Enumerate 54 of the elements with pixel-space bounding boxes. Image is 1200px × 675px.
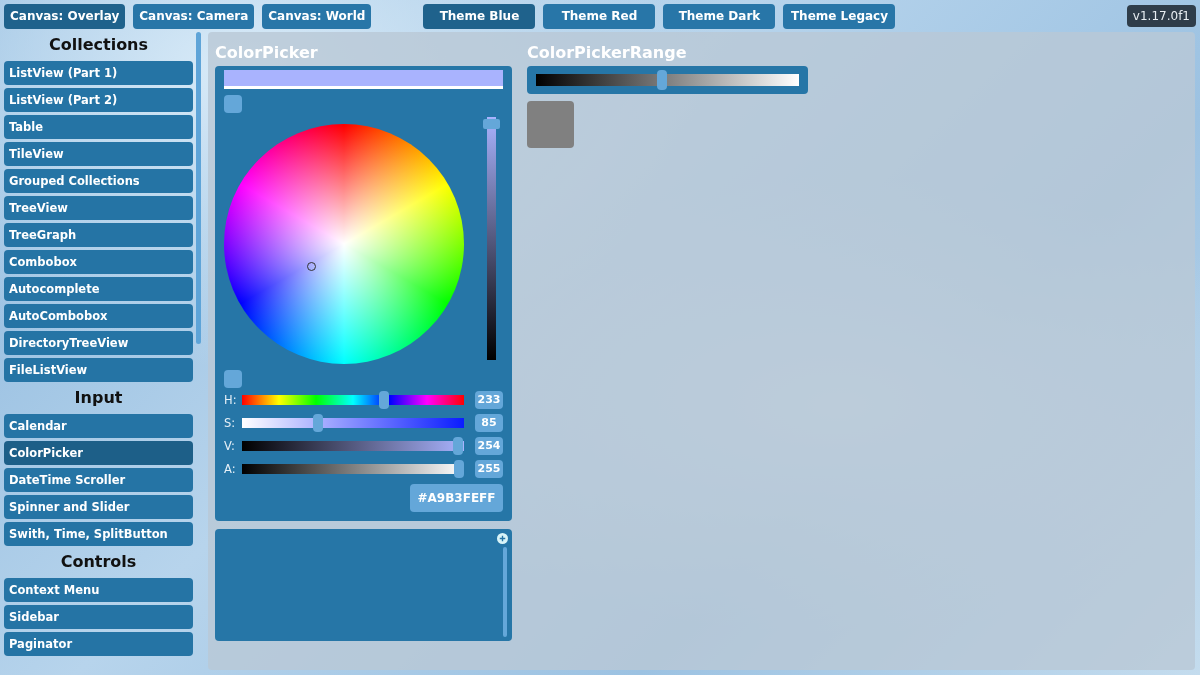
- channel-label: S:: [224, 415, 237, 430]
- channel-label: H:: [224, 392, 238, 407]
- theme-button[interactable]: Theme Dark: [663, 3, 776, 29]
- panel-title: ColorPickerRange: [527, 42, 688, 64]
- sidebar-item[interactable]: ListView (Part 1): [4, 61, 193, 85]
- hex-field[interactable]: #A9B3FEFF: [410, 484, 503, 512]
- sidebar-item[interactable]: ListView (Part 2): [4, 88, 193, 112]
- theme-button[interactable]: Theme Blue: [423, 3, 536, 29]
- sidebar-item[interactable]: AutoCombobox: [4, 304, 193, 328]
- theme-button[interactable]: Theme Red: [543, 3, 656, 29]
- sidebar-item[interactable]: Autocomplete: [4, 277, 193, 301]
- slider-thumb[interactable]: [657, 70, 668, 90]
- toggle-button[interactable]: [224, 95, 242, 113]
- sidebar-item[interactable]: TileView: [4, 142, 193, 166]
- sidebar-item[interactable]: FileListView: [4, 358, 193, 382]
- section-title: Input: [73, 387, 124, 409]
- sidebar-item[interactable]: Swith, Time, SplitButton: [4, 522, 193, 546]
- theme-button[interactable]: Theme Legacy: [783, 3, 896, 29]
- sidebar-item[interactable]: Paginator: [4, 632, 193, 656]
- scrollbar[interactable]: [503, 547, 507, 637]
- sidebar-item[interactable]: Table: [4, 115, 193, 139]
- section-title: Controls: [59, 551, 138, 573]
- slider-thumb[interactable]: [379, 390, 390, 409]
- section-title: Collections: [47, 34, 150, 56]
- channel-value-field[interactable]: 254: [475, 436, 503, 455]
- sidebar-item[interactable]: Grouped Collections: [4, 169, 193, 193]
- sidebar-item[interactable]: Spinner and Slider: [4, 495, 193, 519]
- channel-label: V:: [224, 438, 236, 453]
- sidebar-item[interactable]: TreeGraph: [4, 223, 193, 247]
- sidebar-item[interactable]: Calendar: [4, 414, 193, 438]
- channel-value-field[interactable]: 85: [475, 413, 503, 432]
- sidebar-item[interactable]: Context Menu: [4, 578, 193, 602]
- channel-label: A:: [224, 461, 237, 476]
- color-swatch: [527, 101, 574, 148]
- slider-thumb[interactable]: [454, 459, 464, 478]
- canvas-button[interactable]: Canvas: Overlay: [4, 3, 126, 29]
- canvas-button[interactable]: Canvas: Camera: [133, 3, 255, 29]
- sidebar-item[interactable]: TreeView: [4, 196, 193, 220]
- channel-value-field[interactable]: 255: [475, 459, 503, 478]
- sidebar-item[interactable]: Sidebar: [4, 605, 193, 629]
- slider-thumb[interactable]: [453, 436, 464, 455]
- version-badge: v1.17.0f1: [1126, 5, 1196, 27]
- sidebar-item[interactable]: DateTime Scroller: [4, 468, 193, 492]
- scrollbar[interactable]: [196, 32, 201, 344]
- slider-thumb[interactable]: [312, 413, 323, 432]
- sidebar-item[interactable]: DirectoryTreeView: [4, 331, 193, 355]
- sidebar-item[interactable]: ColorPicker: [4, 441, 193, 465]
- sidebar-item[interactable]: Combobox: [4, 250, 193, 274]
- channel-value-field[interactable]: 233: [475, 390, 503, 409]
- plus-icon[interactable]: [497, 533, 508, 544]
- panel-title: ColorPicker: [215, 42, 319, 64]
- toggle-button[interactable]: [224, 370, 242, 388]
- canvas-button[interactable]: Canvas: World: [262, 3, 372, 29]
- slider-thumb[interactable]: [483, 119, 500, 130]
